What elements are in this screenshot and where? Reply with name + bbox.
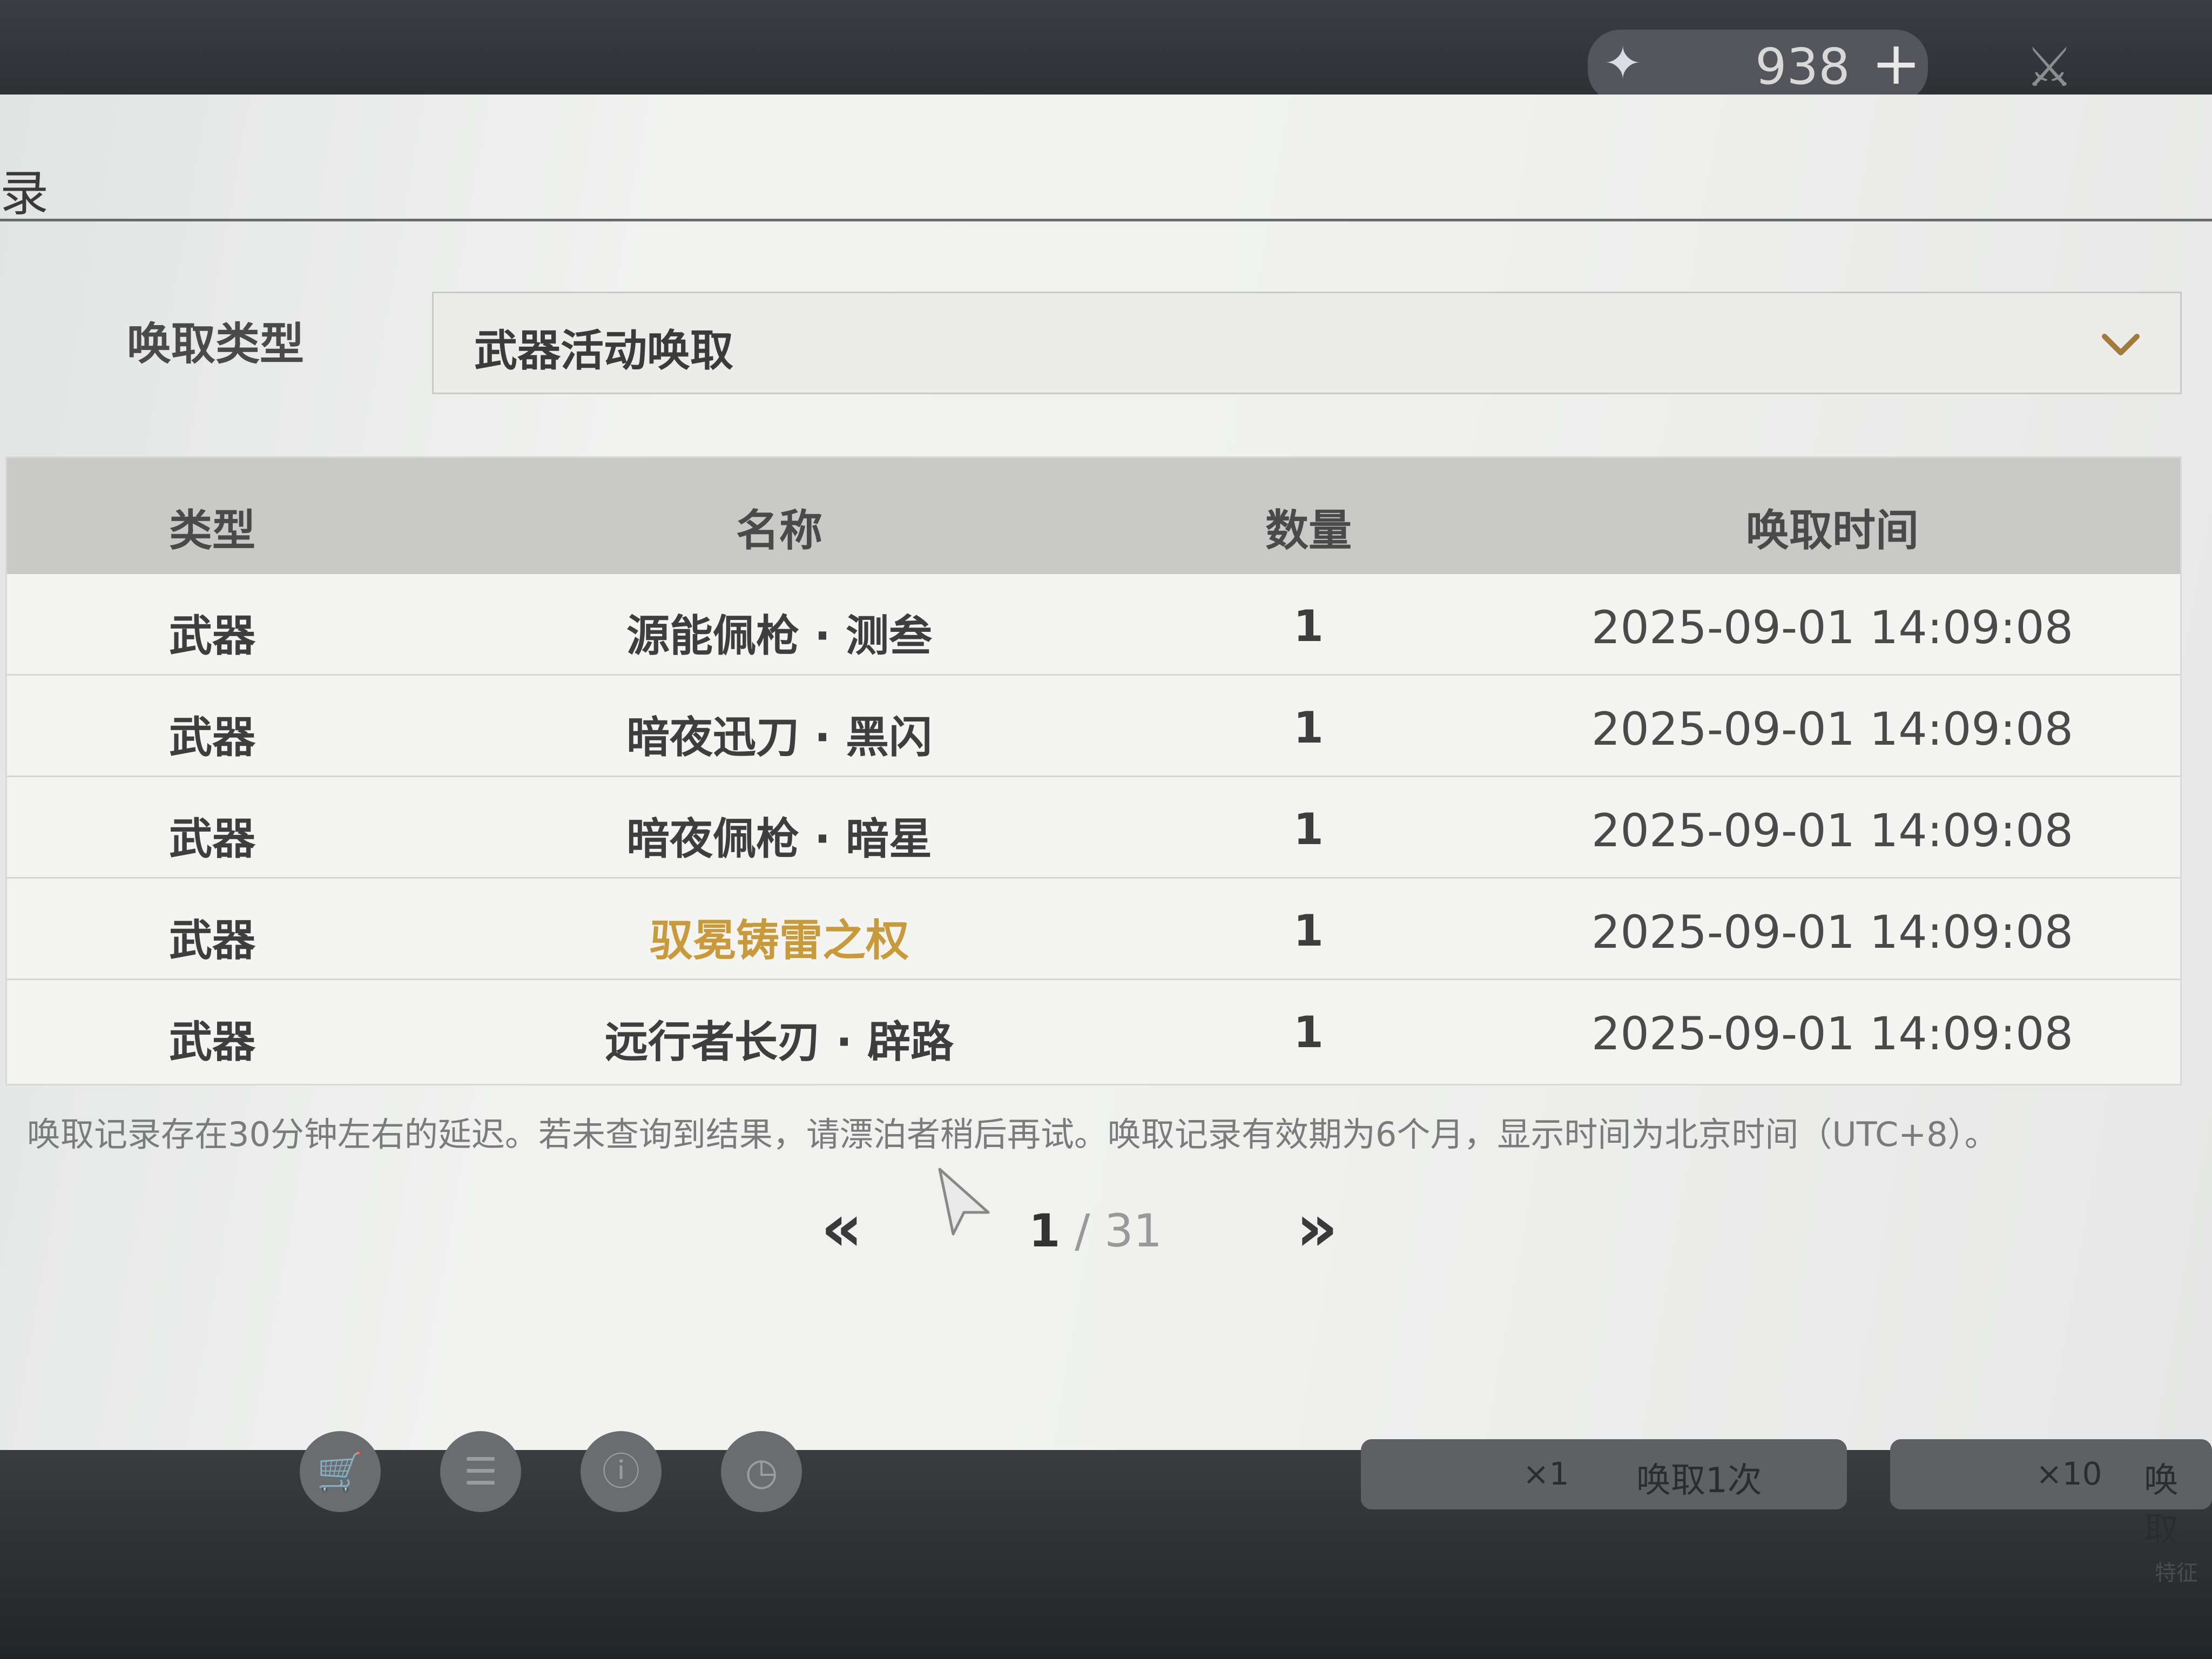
add-currency-button[interactable]: + (1871, 33, 1921, 93)
delay-notice: 唤取记录存在30分钟左右的延迟。若未查询到结果，请漂泊者稍后再试。唤取记录有效期… (27, 1115, 1998, 1154)
row-type: 武器 (169, 611, 255, 661)
wish-once-label: 唤取1次 (1636, 1461, 1762, 1501)
record-table: 类型 名称 数量 唤取时间 武器 源能佩枪 · 测叁 1 2025-09-01 … (5, 456, 2182, 1085)
currency-amount: 938 (1755, 38, 1850, 96)
row-quantity: 1 (1293, 804, 1324, 854)
prev-page-button[interactable]: « (821, 1196, 863, 1261)
row-type: 武器 (169, 712, 255, 763)
table-row: 武器 暗夜佩枪 · 暗星 1 2025-09-01 14:09:08 (7, 777, 2180, 879)
row-quantity: 1 (1293, 703, 1324, 753)
table-row: 武器 暗夜迅刀 · 黑闪 1 2025-09-01 14:09:08 (7, 676, 2180, 777)
row-name: 暗夜佩枪 · 暗星 (626, 814, 933, 864)
cart-icon[interactable]: 🛒 (300, 1431, 381, 1512)
row-type: 武器 (169, 915, 255, 966)
row-time: 2025-09-01 14:09:08 (1591, 1007, 2074, 1060)
wish-type-value: 武器活动唤取 (474, 326, 733, 376)
table-row: 武器 源能佩枪 · 测叁 1 2025-09-01 14:09:08 (7, 574, 2180, 676)
row-type: 武器 (169, 1017, 255, 1067)
header-quantity: 数量 (1265, 505, 1352, 556)
filter-label: 唤取类型 (127, 319, 305, 370)
wish-once-button[interactable] (1361, 1439, 1847, 1509)
clock-icon[interactable]: ◷ (721, 1431, 802, 1512)
table-row: 武器 驭冕铸雷之权 1 2025-09-01 14:09:08 (7, 879, 2180, 980)
corner-label: 特征 (2155, 1561, 2198, 1586)
current-page: 1 (1029, 1204, 1061, 1257)
info-icon[interactable]: ⓘ (581, 1431, 662, 1512)
page-indicator: 1 / 31 (1029, 1204, 1162, 1257)
header-time: 唤取时间 (1746, 505, 1919, 556)
row-type: 武器 (169, 814, 255, 864)
row-name: 源能佩枪 · 测叁 (626, 611, 933, 661)
record-dialog: 录 唤取类型 武器活动唤取 类型 名称 数量 唤取时间 武器 源能佩枪 · 测叁… (0, 95, 2212, 1450)
row-quantity: 1 (1293, 601, 1324, 651)
star-gem-icon: ✦ (1603, 37, 1642, 90)
title-divider (0, 219, 2212, 221)
table-header: 类型 名称 数量 唤取时间 (7, 458, 2180, 574)
row-time: 2025-09-01 14:09:08 (1591, 804, 2074, 857)
row-name-highlighted: 驭冕铸雷之权 (650, 915, 909, 966)
row-time: 2025-09-01 14:09:08 (1591, 906, 2074, 959)
total-pages: 31 (1104, 1204, 1163, 1257)
row-name: 远行者长刃 · 辟路 (604, 1017, 954, 1067)
dialog-title: 录 (0, 165, 49, 222)
row-time: 2025-09-01 14:09:08 (1591, 703, 2074, 756)
header-name: 名称 (736, 505, 822, 556)
next-page-button[interactable]: » (1296, 1196, 1338, 1261)
table-row: 武器 远行者长刃 · 辟路 1 2025-09-01 14:09:08 (7, 980, 2180, 1082)
row-name: 暗夜迅刀 · 黑闪 (626, 712, 933, 763)
wish-type-select[interactable]: 武器活动唤取 (432, 292, 2182, 394)
wish-ten-count: ×10 (2036, 1455, 2102, 1492)
record-icon[interactable]: ☰ (440, 1431, 521, 1512)
mouse-cursor-icon (938, 1168, 990, 1236)
header-type: 类型 (169, 505, 255, 556)
page-separator: / (1060, 1204, 1105, 1257)
sword-icon[interactable]: ⚔ (2020, 38, 2079, 97)
wish-ten-label: 唤取 (2144, 1461, 2179, 1550)
wish-once-count: ×1 (1523, 1455, 1569, 1492)
row-time: 2025-09-01 14:09:08 (1591, 601, 2074, 654)
row-quantity: 1 (1293, 906, 1324, 956)
chevron-down-icon (2102, 334, 2140, 355)
row-quantity: 1 (1293, 1007, 1324, 1057)
